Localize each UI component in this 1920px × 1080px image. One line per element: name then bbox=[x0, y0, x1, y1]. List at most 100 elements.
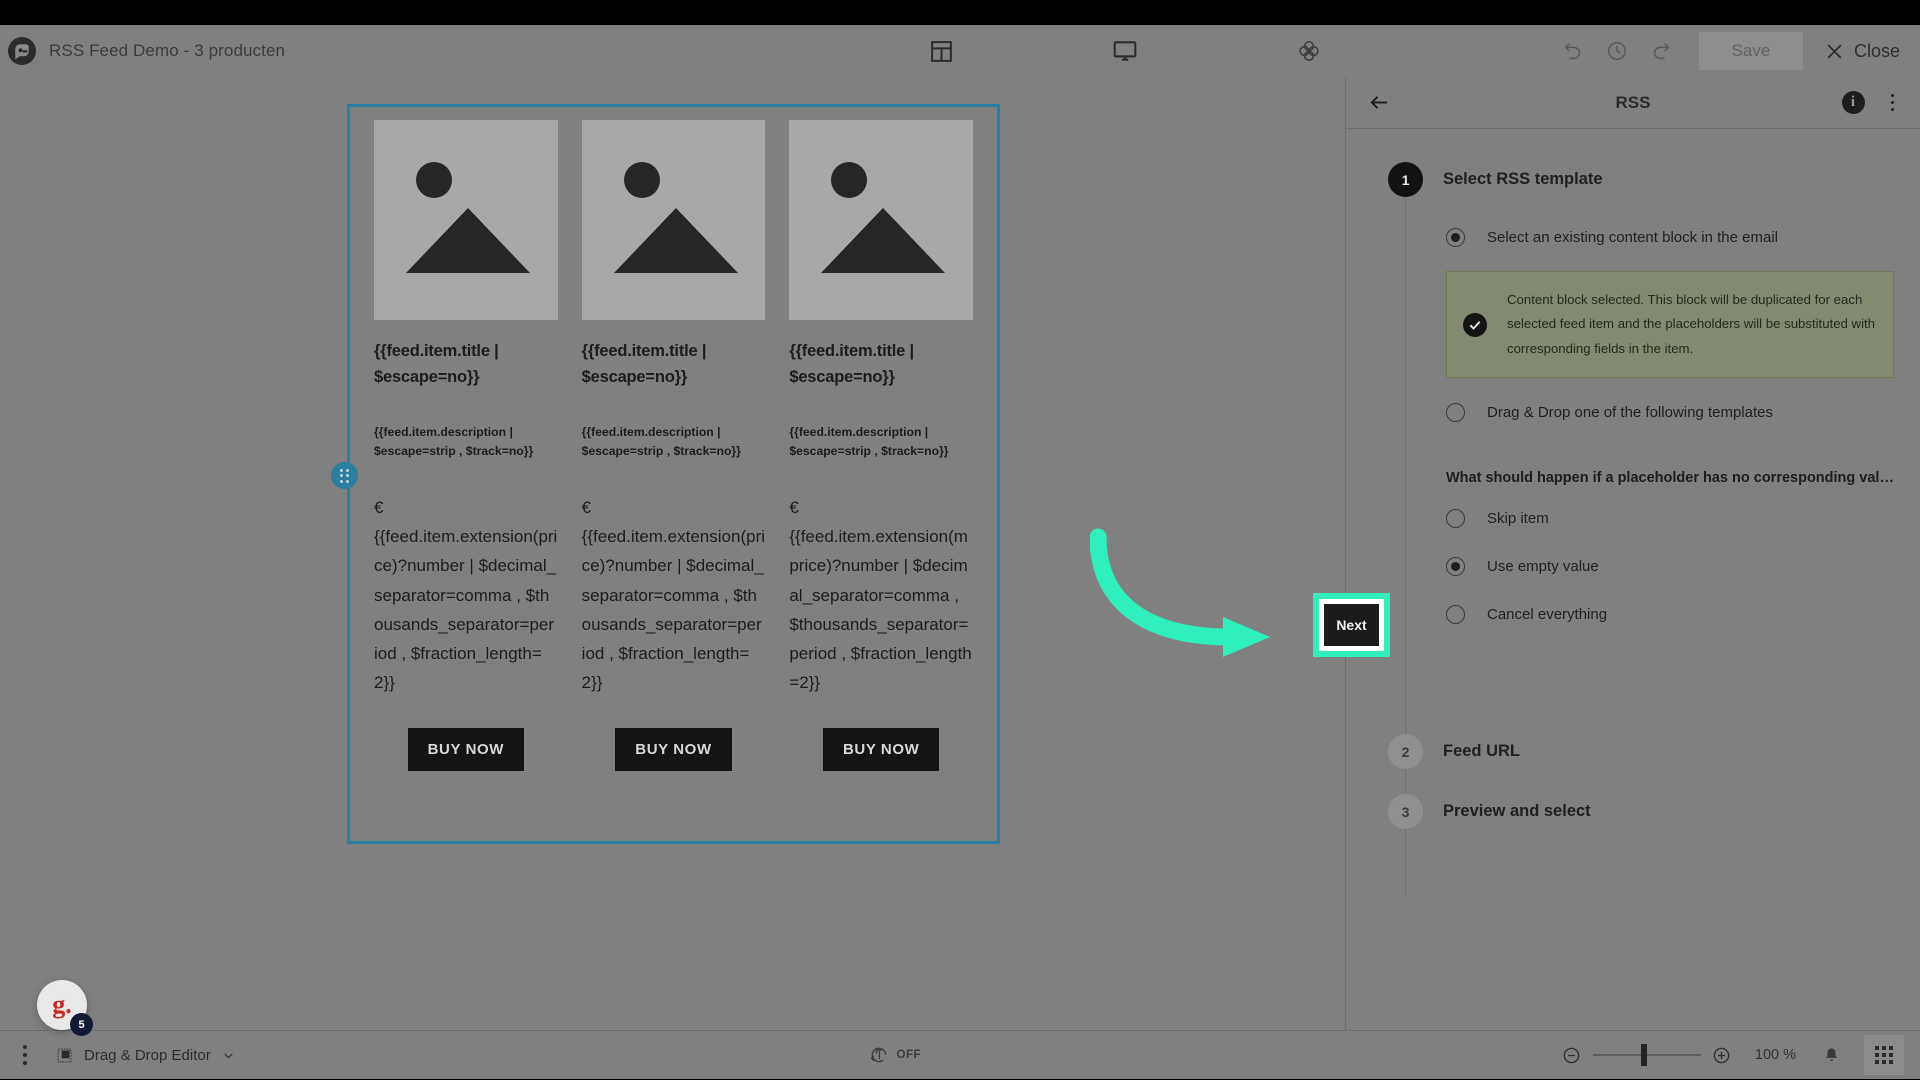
step-number: 1 bbox=[1388, 162, 1423, 197]
email-canvas[interactable]: {{feed.item.title | $escape=no}} {{feed.… bbox=[0, 77, 1345, 1030]
topbar-right: Save Close bbox=[1551, 31, 1920, 71]
step-label: Preview and select bbox=[1443, 802, 1591, 821]
placeholder-price: {{feed.item.extension(price)?number | $d… bbox=[581, 527, 766, 693]
check-circle-icon bbox=[1463, 312, 1487, 337]
brand-logo-icon[interactable] bbox=[8, 37, 36, 65]
history-icon[interactable] bbox=[1595, 31, 1639, 71]
radio-label: Use empty value bbox=[1487, 557, 1599, 575]
buy-now-button[interactable]: BUY NOW bbox=[822, 727, 940, 771]
placeholder-title: {{feed.item.title | $escape=no}} bbox=[374, 342, 499, 386]
back-arrow-icon[interactable] bbox=[1364, 88, 1394, 118]
selected-content-block[interactable]: {{feed.item.title | $escape=no}} {{feed.… bbox=[331, 104, 1000, 844]
product-columns: {{feed.item.title | $escape=no}} {{feed.… bbox=[350, 107, 997, 771]
radio-label: Drag & Drop one of the following templat… bbox=[1487, 403, 1773, 421]
placeholder-price: {{feed.item.extension(price)?number | $d… bbox=[374, 527, 558, 693]
layout-icon[interactable] bbox=[924, 34, 958, 68]
zoom-out-icon[interactable] bbox=[1555, 1038, 1589, 1072]
radio-label: Select an existing content block in the … bbox=[1487, 228, 1778, 246]
product-column[interactable]: {{feed.item.title | $escape=no}} {{feed.… bbox=[777, 120, 985, 771]
undo-icon[interactable] bbox=[1551, 31, 1595, 71]
product-column[interactable]: {{feed.item.title | $escape=no}} {{feed.… bbox=[570, 120, 778, 771]
content-block-selected-notice: Content block selected. This block will … bbox=[1446, 271, 1894, 379]
buy-now-button[interactable]: BUY NOW bbox=[615, 727, 732, 771]
rss-panel: RSS i 1 Select RSS template Select an ex… bbox=[1345, 77, 1920, 1030]
step-2[interactable]: 2 Feed URL bbox=[1346, 734, 1920, 770]
drag-handle[interactable] bbox=[331, 462, 358, 489]
placeholder-currency: € bbox=[581, 497, 592, 517]
placeholder-currency: € bbox=[374, 497, 384, 517]
placeholder-description: {{feed.item.description | $escape=strip … bbox=[789, 425, 949, 459]
radio-cancel-everything[interactable]: Cancel everything bbox=[1446, 590, 1894, 638]
zoom-slider[interactable] bbox=[1592, 1044, 1701, 1066]
zoom-level: 100 % bbox=[1754, 1047, 1796, 1063]
next-button[interactable]: Next bbox=[1324, 604, 1379, 646]
radio-select-existing-block[interactable]: Select an existing content block in the … bbox=[1446, 217, 1894, 257]
auto-translate-toggle[interactable]: OFF bbox=[235, 1045, 1555, 1065]
panel-title: RSS bbox=[1615, 92, 1651, 112]
buy-now-button[interactable]: BUY NOW bbox=[407, 727, 525, 771]
close-button[interactable]: Close bbox=[1825, 41, 1906, 62]
radio-indicator[interactable] bbox=[1446, 227, 1465, 247]
image-placeholder-icon bbox=[789, 120, 974, 320]
radio-skip-item[interactable]: Skip item bbox=[1446, 494, 1894, 542]
step-1-body: Select an existing content block in the … bbox=[1346, 197, 1920, 638]
assistant-badge-count[interactable]: 5 bbox=[70, 1013, 93, 1036]
editor-selector[interactable]: Drag & Drop Editor bbox=[56, 1047, 235, 1064]
radio-label: Cancel everything bbox=[1487, 605, 1608, 623]
redo-icon[interactable] bbox=[1639, 31, 1683, 71]
editor-icon bbox=[57, 1048, 72, 1062]
auto-translate-icon bbox=[870, 1047, 886, 1063]
step-1[interactable]: 1 Select RSS template bbox=[1346, 162, 1920, 197]
image-placeholder-icon bbox=[581, 120, 766, 320]
radio-indicator[interactable] bbox=[1446, 604, 1465, 624]
settings-icon[interactable] bbox=[1292, 34, 1326, 68]
next-button-highlight: Next bbox=[1313, 593, 1390, 657]
placeholder-description: {{feed.item.description | $escape=strip … bbox=[581, 425, 741, 459]
step-number: 2 bbox=[1388, 734, 1423, 770]
image-placeholder-icon bbox=[374, 120, 558, 320]
zoom-in-icon[interactable] bbox=[1705, 1038, 1739, 1072]
fallback-options: Skip item Use empty value Cancel everyth… bbox=[1446, 494, 1894, 638]
close-icon bbox=[1827, 44, 1842, 58]
apps-grid-icon[interactable] bbox=[1864, 1035, 1904, 1075]
topbar-center-tools bbox=[700, 34, 1551, 68]
zoom-slider-knob[interactable] bbox=[1640, 1044, 1647, 1066]
radio-use-empty-value[interactable]: Use empty value bbox=[1446, 542, 1894, 590]
radio-indicator[interactable] bbox=[1446, 508, 1465, 528]
radio-indicator[interactable] bbox=[1446, 402, 1465, 422]
stepper-connector bbox=[1405, 197, 1406, 897]
notifications-icon[interactable] bbox=[1814, 1038, 1848, 1072]
placeholder-description: {{feed.item.description | $escape=strip … bbox=[374, 425, 534, 459]
translate-state: OFF bbox=[896, 1049, 922, 1061]
step-3[interactable]: 3 Preview and select bbox=[1346, 794, 1920, 830]
radio-label: Skip item bbox=[1487, 509, 1549, 527]
editor-label: Drag & Drop Editor bbox=[84, 1046, 211, 1064]
bottom-toolbar: Drag & Drop Editor OFF 100 % bbox=[0, 1030, 1920, 1079]
rss-stepper: 1 Select RSS template Select an existing… bbox=[1346, 129, 1920, 897]
product-column[interactable]: {{feed.item.title | $escape=no}} {{feed.… bbox=[362, 120, 570, 771]
fallback-question-label: What should happen if a placeholder has … bbox=[1446, 470, 1894, 487]
editor-app: RSS Feed Demo - 3 producten Save Close {… bbox=[0, 25, 1920, 1079]
placeholder-title: {{feed.item.title | $escape=no}} bbox=[789, 342, 914, 386]
more-vertical-icon[interactable] bbox=[1887, 90, 1899, 116]
chevron-down-icon[interactable] bbox=[222, 1049, 235, 1062]
page-title: RSS Feed Demo - 3 producten bbox=[49, 41, 286, 60]
desktop-preview-icon[interactable] bbox=[1108, 34, 1142, 68]
topbar-left: RSS Feed Demo - 3 producten bbox=[0, 37, 700, 65]
more-vertical-icon[interactable] bbox=[20, 1042, 30, 1068]
notice-text: Content block selected. This block will … bbox=[1507, 292, 1876, 356]
save-button[interactable]: Save bbox=[1698, 32, 1803, 70]
panel-header: RSS i bbox=[1346, 77, 1920, 129]
radio-indicator[interactable] bbox=[1446, 556, 1465, 576]
step-number: 3 bbox=[1388, 794, 1423, 830]
top-toolbar: RSS Feed Demo - 3 producten Save Close bbox=[0, 25, 1920, 77]
radio-dragdrop-template[interactable]: Drag & Drop one of the following templat… bbox=[1446, 392, 1894, 432]
step-label: Select RSS template bbox=[1443, 170, 1603, 188]
placeholder-currency: € bbox=[789, 497, 799, 517]
info-icon[interactable]: i bbox=[1841, 91, 1865, 114]
close-label: Close bbox=[1853, 40, 1900, 61]
placeholder-price: {{feed.item.extension(mprice)?number | $… bbox=[789, 527, 972, 693]
step-label: Feed URL bbox=[1443, 742, 1521, 761]
placeholder-title: {{feed.item.title | $escape=no}} bbox=[581, 342, 707, 386]
avatar-letter: g. bbox=[52, 990, 72, 1019]
